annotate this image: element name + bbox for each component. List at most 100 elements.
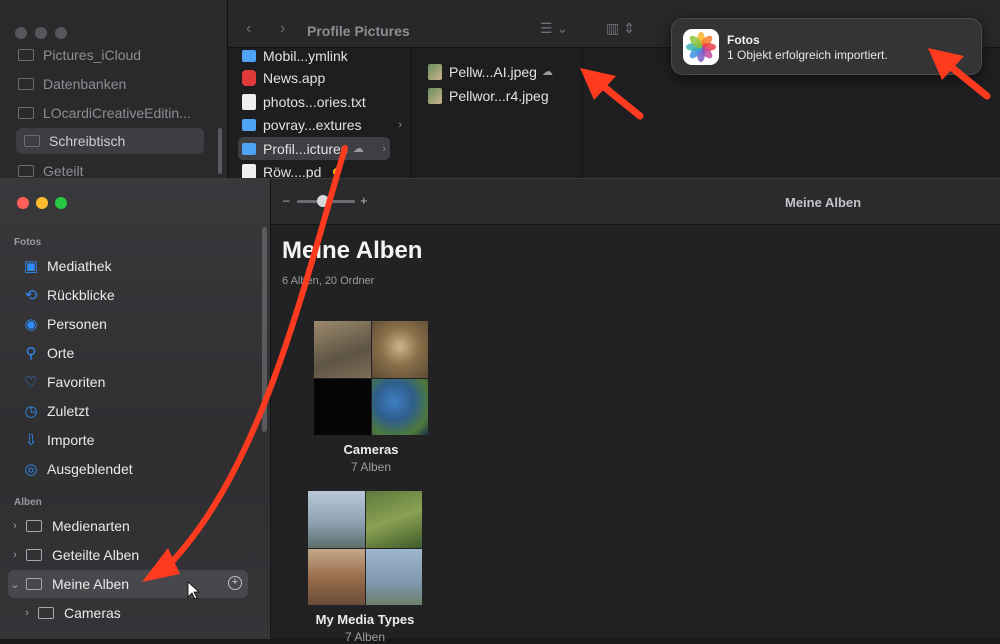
thumbnail-hyena [371, 321, 428, 378]
sidebar-item-medienarten[interactable]: › Medienarten [8, 512, 248, 540]
list-item[interactable]: photos...ories.txt [242, 90, 406, 113]
list-item[interactable]: Pellw...AI.jpeg ☁ [428, 60, 578, 83]
image-thumbnail-icon [428, 87, 442, 104]
photos-toolbar: – + Meine Alben [271, 179, 1000, 225]
finder-sidebar-item-schreibtisch[interactable]: Schreibtisch [16, 128, 204, 154]
folder-icon [18, 78, 34, 90]
back-chevron-icon[interactable]: ‹ [246, 20, 251, 38]
sidebar-item-zuletzt[interactable]: ◷ Zuletzt [22, 397, 252, 425]
library-icon: ▣ [23, 258, 39, 275]
album-cameras[interactable]: Cameras 7 Alben [306, 321, 436, 474]
chevron-right-icon: › [398, 118, 402, 131]
chevron-right-icon[interactable]: › [8, 549, 22, 561]
cloud-download-icon: ☁ [541, 66, 553, 78]
sidebar-item-geteilte-alben[interactable]: › Geteilte Alben [8, 541, 248, 569]
photos-app-icon [683, 29, 719, 65]
page-subtitle: 6 Alben, 20 Ordner [282, 275, 375, 287]
thumbnail-trees [365, 491, 422, 548]
album-folder-icon [26, 578, 42, 590]
sidebar-item-mediathek[interactable]: ▣ Mediathek [22, 252, 252, 280]
sidebar-item-orte[interactable]: ⚲ Orte [22, 339, 252, 367]
thumbnail-earth [371, 378, 428, 435]
list-view-icon[interactable]: ☰ ⌄ [540, 20, 568, 37]
eye-icon: ◎ [24, 461, 38, 478]
album-count: 7 Alben [344, 630, 386, 644]
shared-album-icon [26, 549, 42, 561]
sidebar-item-meine-alben[interactable]: ⌄ Meine Alben + [8, 570, 248, 598]
album-count: 7 Alben [350, 460, 392, 474]
desktop-icon [24, 135, 40, 147]
thumbnail-bird [314, 321, 371, 378]
album-my-media-types[interactable]: My Media Types 7 Alben [300, 491, 430, 644]
sidebar-scrollbar[interactable] [262, 227, 267, 432]
yellow-tag-icon [333, 167, 342, 176]
thumbnail-station [308, 548, 365, 605]
window-title: Meine Alben [785, 195, 862, 210]
zoom-out-icon[interactable]: – [283, 193, 290, 207]
section-header-fotos: Fotos [14, 237, 42, 248]
zoom-slider-knob[interactable] [317, 195, 329, 207]
sidebar-item-importe[interactable]: ⇩ Importe [22, 426, 252, 454]
add-album-icon[interactable]: + [228, 576, 242, 590]
notification-title: Fotos [727, 33, 760, 47]
chevron-right-icon: › [382, 142, 386, 155]
import-icon: ⇩ [24, 432, 38, 449]
list-item-selected[interactable]: Profil...ictures ☁ › [238, 137, 390, 160]
document-icon [242, 93, 256, 110]
finder-window-title: Profile Pictures [307, 23, 410, 39]
minimize-button[interactable] [36, 197, 48, 209]
finder-sidebar-item-pictures-icloud[interactable]: Pictures_iCloud [18, 42, 208, 68]
clock-icon: ◷ [24, 403, 38, 420]
chevron-right-icon[interactable]: › [20, 607, 34, 619]
finder-minimize-button[interactable] [35, 27, 47, 39]
sidebar-item-favoriten[interactable]: ♡ Favoriten [22, 368, 252, 396]
section-header-alben: Alben [14, 497, 42, 508]
shared-folder-icon [18, 165, 34, 177]
finder-sidebar: Pictures_iCloud Datenbanken LOcardiCreat… [0, 0, 228, 200]
photos-window: Fotos ▣ Mediathek ⟲ Rückblicke ◉ Persone… [0, 178, 1000, 644]
album-folder-icon [26, 520, 42, 532]
finder-close-button[interactable] [15, 27, 27, 39]
folder-icon [38, 607, 54, 619]
close-button[interactable] [17, 197, 29, 209]
chevron-down-icon[interactable]: ⌄ [8, 578, 22, 591]
folder-icon [242, 142, 256, 155]
list-item[interactable]: News.app [242, 66, 406, 89]
cloud-icon: ☁ [352, 143, 364, 155]
folder-icon [18, 107, 34, 119]
sidebar-item-cameras[interactable]: › Cameras [20, 599, 260, 627]
finder-zoom-button[interactable] [55, 27, 67, 39]
notification-banner[interactable]: Fotos 1 Objekt erfolgreich importiert. [671, 18, 982, 75]
zoom-in-icon[interactable]: + [360, 193, 368, 208]
list-item[interactable]: Mobil...ymlink [242, 44, 406, 67]
thumbnail-river [365, 548, 422, 605]
image-thumbnail-icon [428, 63, 442, 80]
sidebar-item-personen[interactable]: ◉ Personen [22, 310, 252, 338]
list-item[interactable]: Pellwor...r4.jpeg [428, 84, 578, 107]
people-icon: ◉ [24, 316, 38, 333]
folder-icon [242, 49, 256, 62]
list-item[interactable]: povray...extures › [242, 113, 406, 136]
album-name: Cameras [343, 442, 399, 457]
folder-icon [242, 118, 256, 131]
forward-chevron-icon[interactable]: › [280, 20, 285, 38]
news-app-icon [242, 69, 256, 86]
notification-message: 1 Objekt erfolgreich importiert. [727, 48, 888, 62]
heart-icon: ♡ [24, 374, 38, 391]
finder-sidebar-item-datenbanken[interactable]: Datenbanken [18, 71, 208, 97]
thumbnail-black [314, 378, 371, 435]
zoom-button[interactable] [55, 197, 67, 209]
finder-sidebar-scrollbar[interactable] [218, 128, 222, 174]
chevron-right-icon[interactable]: › [8, 520, 22, 532]
album-name: My Media Types [315, 612, 415, 627]
column-view-icon[interactable]: ▥ ⇕ [606, 20, 635, 37]
pin-icon: ⚲ [25, 345, 37, 362]
finder-sidebar-item-locardi[interactable]: LOcardiCreativeEditin... [18, 100, 208, 126]
photos-sidebar: Fotos ▣ Mediathek ⟲ Rückblicke ◉ Persone… [0, 179, 271, 639]
album-thumbnail-grid [308, 491, 422, 605]
sidebar-item-ausgeblendet[interactable]: ◎ Ausgeblendet [22, 455, 252, 483]
thumbnail-harbor [308, 491, 365, 548]
page-title: Meine Alben [282, 237, 423, 264]
folder-icon [18, 49, 34, 61]
sidebar-item-rueckblicke[interactable]: ⟲ Rückblicke [22, 281, 252, 309]
